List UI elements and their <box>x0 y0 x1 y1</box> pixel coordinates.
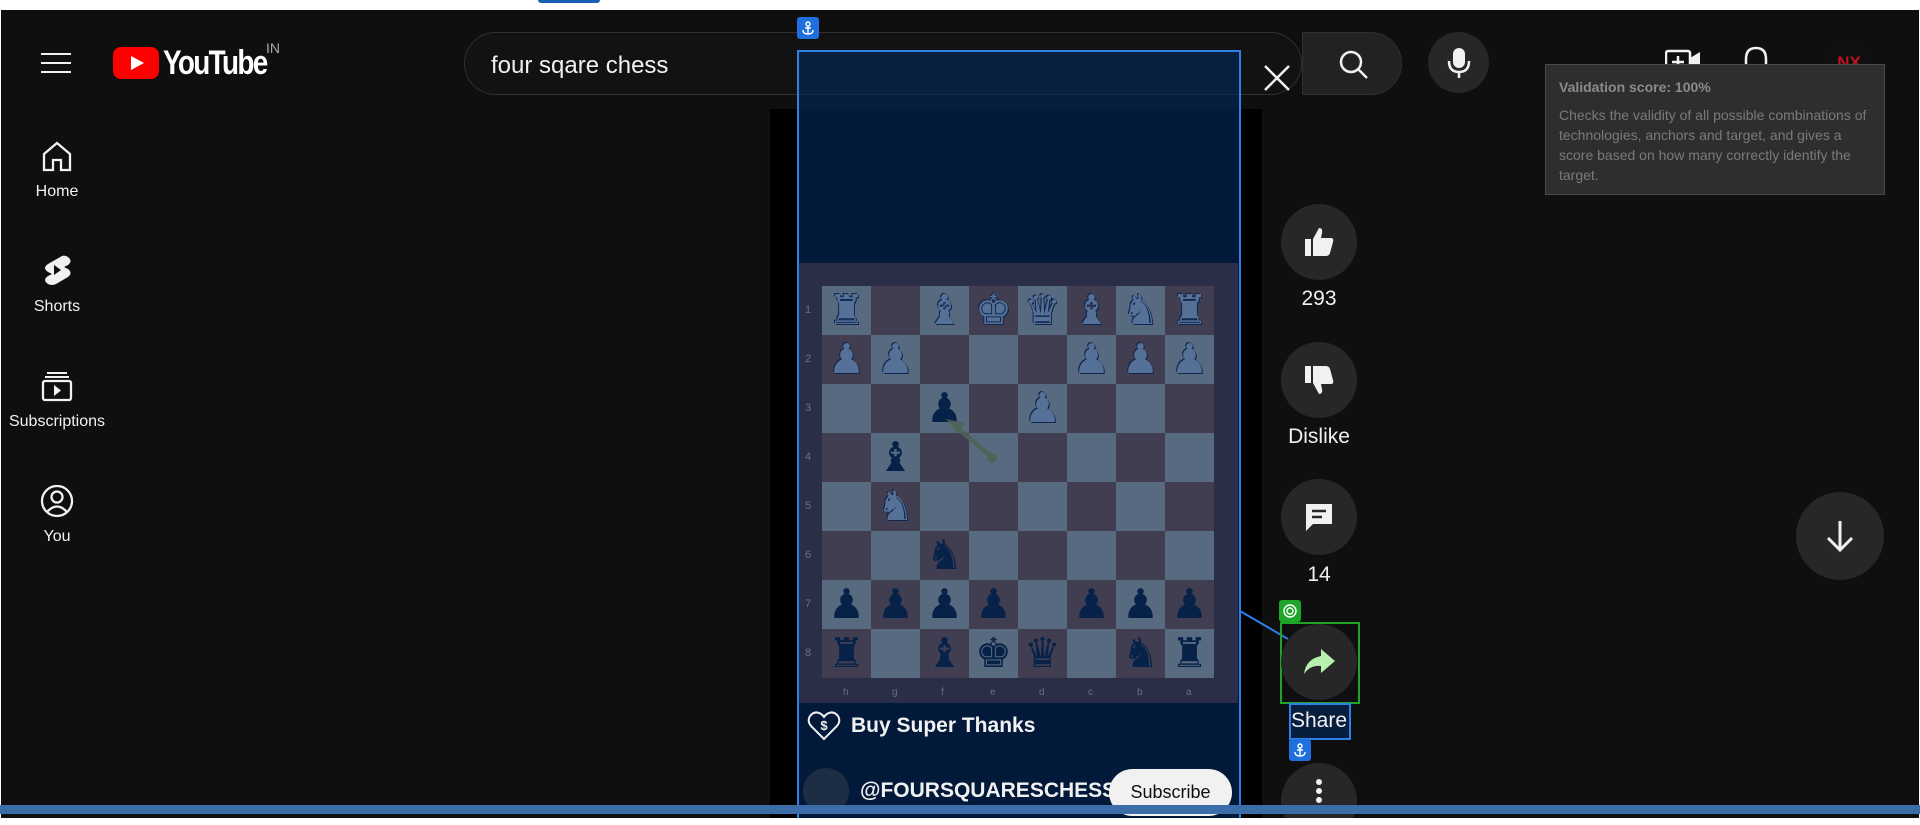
share-label: Share <box>1290 709 1348 732</box>
share-button[interactable] <box>1281 624 1357 700</box>
validation-tooltip: Validation score: 100% Checks the validi… <box>1545 64 1885 195</box>
sidebar-item-home[interactable]: Home <box>1 125 113 240</box>
sidebar-item-shorts[interactable]: Shorts <box>1 240 113 355</box>
app-window: YouTube IN four sqare chess NX Home Shor… <box>0 0 1920 825</box>
comment-icon <box>1306 504 1332 531</box>
next-video-button[interactable] <box>1796 492 1884 580</box>
more-vertical-icon <box>1316 779 1322 803</box>
youtube-play-icon <box>113 47 159 79</box>
bottom-progress-bar <box>0 805 1920 814</box>
voice-search-button[interactable] <box>1428 32 1489 93</box>
comments-button[interactable] <box>1281 479 1357 555</box>
super-thanks-heart-icon: $ <box>807 711 841 741</box>
svg-text:$: $ <box>820 718 828 733</box>
top-tab-indicator <box>538 0 600 3</box>
sidebar-item-label: Subscriptions <box>8 413 106 430</box>
anchor-icon <box>797 17 819 39</box>
comment-count: 14 <box>1307 563 1331 586</box>
youtube-logo[interactable]: YouTube <box>113 44 289 82</box>
you-icon <box>40 484 74 518</box>
clear-icon[interactable] <box>1262 63 1292 93</box>
search-button[interactable] <box>1302 32 1402 95</box>
anchor-icon <box>1289 739 1311 761</box>
arrow-down-icon <box>1826 521 1854 553</box>
thumbs-up-icon <box>1305 228 1334 256</box>
search-input[interactable]: four sqare chess <box>491 52 668 80</box>
sidebar-item-you[interactable]: You <box>1 470 113 585</box>
tooltip-body: Checks the validity of all possible comb… <box>1559 107 1867 183</box>
sidebar: Home Shorts Subscriptions You <box>1 125 113 585</box>
sidebar-item-label: Shorts <box>33 298 81 315</box>
menu-icon[interactable] <box>41 53 71 73</box>
sidebar-item-subscriptions[interactable]: Subscriptions <box>1 355 113 470</box>
super-thanks-button[interactable]: $ Buy Super Thanks <box>807 705 1035 747</box>
home-icon <box>42 141 72 172</box>
element-highlight-overlay <box>797 50 1241 818</box>
subscriptions-icon <box>41 372 73 402</box>
sidebar-item-label: You <box>43 528 71 545</box>
channel-name[interactable]: @FOURSQUARESCHESS <box>860 779 1116 803</box>
youtube-shorts-page: YouTube IN four sqare chess NX Home Shor… <box>1 10 1919 818</box>
dislike-button[interactable] <box>1281 342 1357 418</box>
tooltip-title: Validation score: 100% <box>1559 79 1711 95</box>
microphone-icon <box>1447 48 1471 78</box>
shorts-icon <box>45 255 71 285</box>
sidebar-item-label: Home <box>35 183 79 200</box>
share-arrow-icon <box>1304 649 1335 674</box>
dislike-label: Dislike <box>1288 425 1350 448</box>
target-icon <box>1279 600 1301 622</box>
region-code: IN <box>266 40 280 56</box>
like-button[interactable] <box>1281 204 1357 280</box>
logo-text: YouTube <box>163 43 268 82</box>
like-count: 293 <box>1301 287 1337 310</box>
thumbs-down-icon <box>1305 366 1334 394</box>
search-icon <box>1339 50 1368 79</box>
super-thanks-label: Buy Super Thanks <box>851 714 1036 737</box>
